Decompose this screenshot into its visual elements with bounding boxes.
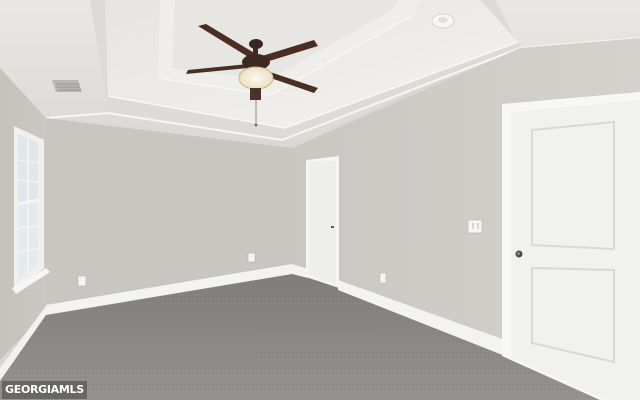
listing-watermark: GEORGIAMLS: [2, 381, 87, 399]
ceiling-vent: [52, 80, 82, 92]
bedroom-photo: GEORGIAMLS: [0, 0, 640, 400]
outlet-back-left: [77, 275, 87, 287]
room-illustration: [0, 0, 640, 400]
fan-light: [238, 66, 274, 90]
outlet-right: [379, 272, 387, 284]
switch-toggle: [472, 223, 474, 229]
closet-door: [502, 92, 640, 400]
outlet-back-right: [247, 252, 256, 263]
smoke-detector: [431, 13, 455, 29]
switch-toggle-2: [477, 223, 479, 229]
hall-door: [306, 156, 339, 288]
light-switch: [467, 219, 483, 234]
